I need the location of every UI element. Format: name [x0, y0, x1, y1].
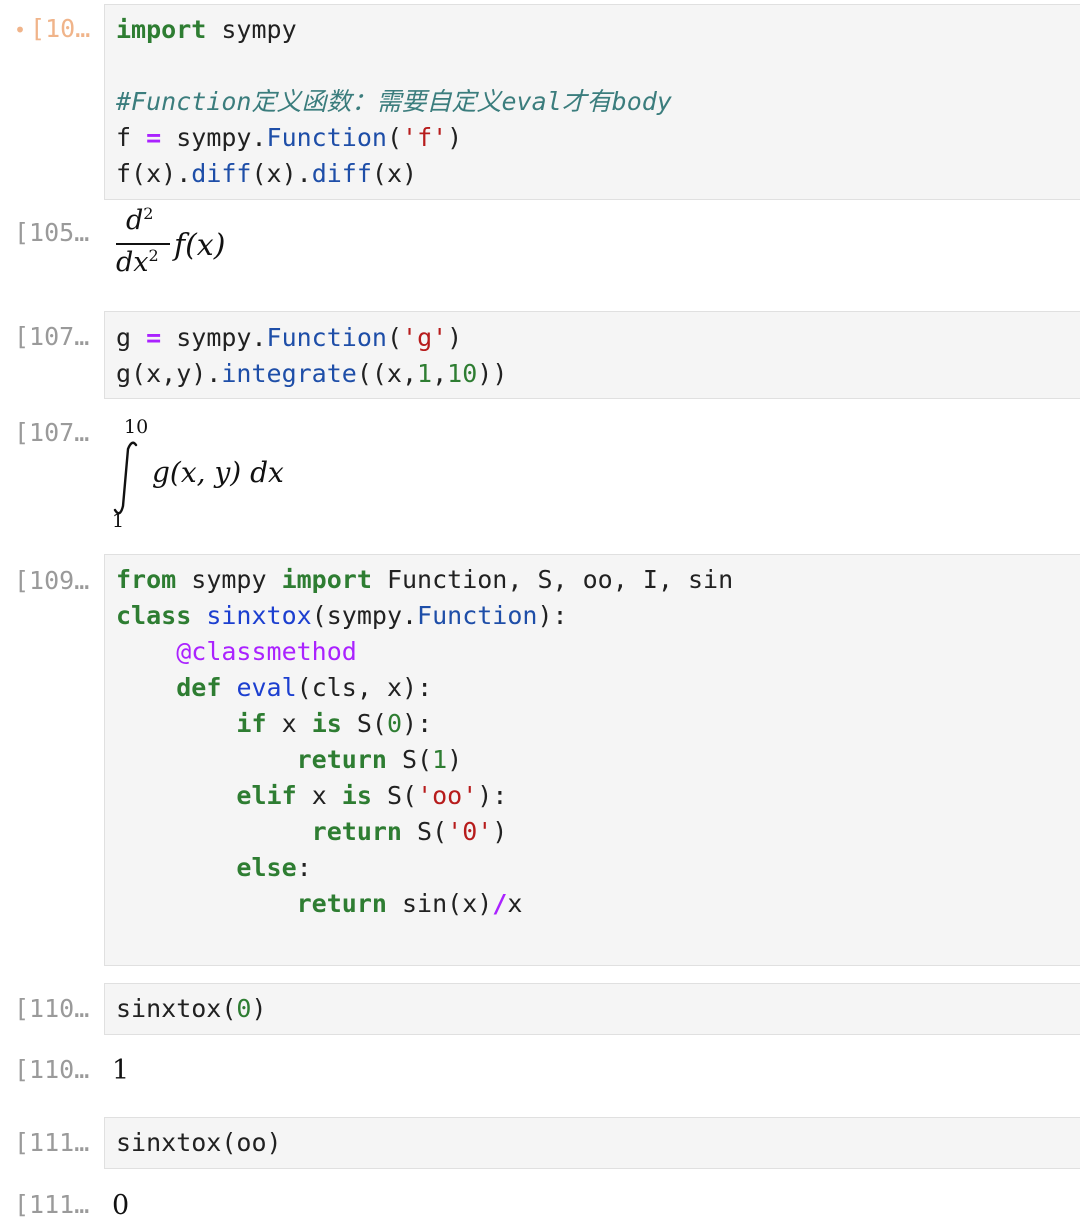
integral-sign-icon	[113, 441, 138, 515]
cell-prompt: [105…	[14, 218, 90, 247]
fraction-bar	[116, 243, 170, 245]
deriv-numerator: d	[126, 205, 144, 236]
deriv-den-exponent: 2	[148, 246, 159, 265]
deriv-function: f(x)	[174, 228, 226, 263]
cell-prompt: [107…	[14, 322, 90, 351]
cell-prompt: [110…	[14, 1055, 90, 1084]
deriv-denominator: dx	[116, 247, 149, 278]
deriv-num-exponent: 2	[143, 204, 154, 223]
cell-prompt: [111…	[14, 1190, 90, 1219]
derivative-output: d2 dx2 f(x)	[116, 204, 256, 284]
code-editor[interactable]: sinxtox(0)	[116, 991, 267, 1027]
code-editor[interactable]: from sympy import Function, S, oo, I, si…	[116, 562, 733, 922]
code-editor[interactable]: sinxtox(oo)	[116, 1125, 282, 1161]
cell-prompt: [109…	[14, 566, 90, 595]
integral-lower-limit: 1	[112, 510, 125, 532]
code-editor[interactable]: g = sympy.Function('g') g(x,y).integrate…	[116, 320, 507, 392]
cell-prompt: [110…	[14, 994, 90, 1023]
code-editor[interactable]: import sympy #Function定义函数：需要自定义eval才有bo…	[116, 12, 672, 192]
modified-dot-icon: •	[14, 18, 27, 42]
integral-upper-limit: 10	[124, 416, 149, 438]
cell-prompt: [111…	[14, 1128, 90, 1157]
cell-prompt: [107…	[14, 418, 90, 447]
cell-output: 0	[112, 1190, 130, 1221]
integral-output: 10 1 g(x, y) dx	[110, 412, 310, 536]
cell-output: 1	[112, 1055, 130, 1086]
cell-prompt: • [10…	[14, 14, 91, 43]
integrand: g(x, y) dx	[152, 456, 284, 489]
